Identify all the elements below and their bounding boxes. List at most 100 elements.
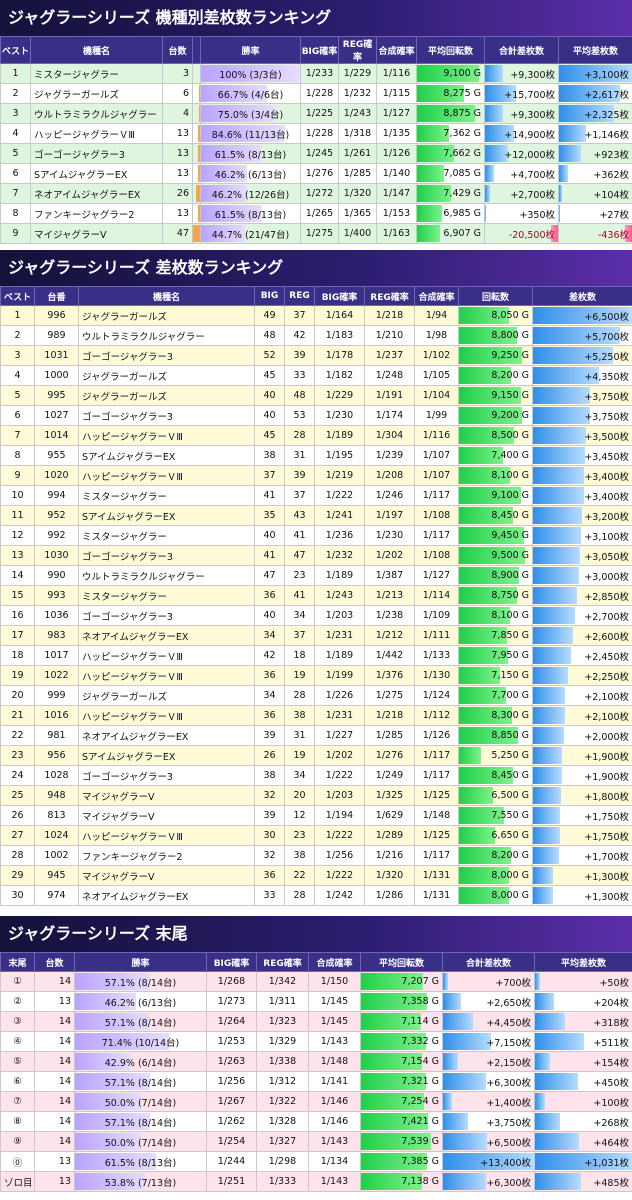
bar-value: +3,000枚: [584, 571, 629, 583]
table-cell: 1/230: [364, 525, 415, 546]
table-cell: SアイムジャグラーEX: [78, 505, 255, 526]
bar-value: 5,250 G: [491, 750, 529, 761]
bar-cell: +1,750枚: [532, 825, 632, 846]
table-cell: 13: [162, 163, 193, 184]
bar-cell: [192, 103, 201, 124]
table-cell: ミスタージャグラー: [78, 525, 255, 546]
bar-value: -436枚: [597, 229, 629, 241]
table-cell: 12: [284, 805, 315, 826]
bar-value: +6,300枚: [486, 1177, 531, 1189]
bar-cell: 7,385 G: [360, 1151, 443, 1172]
table-cell: 1/131: [414, 865, 459, 886]
table-cell: 1/327: [256, 1131, 309, 1152]
bar-cell: 71.4% (10/14台): [74, 1031, 207, 1052]
bar-cell: +9,300枚: [484, 103, 559, 124]
table-cell: 1/442: [364, 645, 415, 666]
table-cell: ①: [0, 971, 35, 992]
table-cell: 16: [0, 605, 35, 626]
bar-cell: 7,207 G: [360, 971, 443, 992]
table-cell: 1/629: [364, 805, 415, 826]
bar-cell: +1,300枚: [532, 865, 632, 886]
bar-value: 50.0% (7/14台): [104, 1137, 177, 1149]
table-cell: 1/275: [364, 685, 415, 706]
column-header: BIG確率: [314, 286, 365, 306]
table-cell: 40: [254, 385, 285, 406]
bar-value: 7,114 G: [401, 1016, 439, 1027]
bar-cell: +204枚: [534, 991, 632, 1012]
table-cell: 1/320: [338, 183, 377, 204]
bar-cell: 8,750 G: [458, 585, 533, 606]
table-cell: ⑧: [0, 1111, 35, 1132]
table-cell: 993: [34, 585, 79, 606]
column-header: 平均差枚数: [534, 952, 632, 972]
table-cell: 1/236: [314, 525, 365, 546]
column-header: REG確率: [256, 952, 309, 972]
table-cell: 34: [284, 605, 315, 626]
column-header: 平均回転数: [416, 36, 485, 64]
table-cell: 1/108: [414, 505, 459, 526]
bar-value: +511枚: [593, 1037, 629, 1049]
table-cell: 1/265: [300, 203, 339, 224]
bar-value: +12,000枚: [504, 149, 555, 161]
bar-cell: 8,450 G: [458, 505, 533, 526]
table-cell: 20: [284, 785, 315, 806]
table-cell: 1/263: [206, 1051, 257, 1072]
bar-cell: 8,450 G: [458, 765, 533, 786]
table-cell: ウルトラミラクルジャグラー: [78, 325, 255, 346]
table-cell: 28: [0, 845, 35, 866]
bar-value: +350枚: [519, 209, 555, 221]
table-cell: 49: [254, 305, 285, 326]
table-cell: ④: [0, 1031, 35, 1052]
bar-cell: 7,332 G: [360, 1031, 443, 1052]
value-bar: [193, 225, 200, 242]
bar-value: 8,875 G: [443, 108, 481, 119]
bar-cell: 84.6% (11/13台): [200, 123, 301, 144]
table-cell: 14: [34, 971, 75, 992]
table-cell: 41: [284, 585, 315, 606]
column-header: 合成確率: [414, 286, 459, 306]
table-cell: 992: [34, 525, 79, 546]
bar-cell: +3,200枚: [532, 505, 632, 526]
bar-value: 7,421 G: [401, 1116, 439, 1127]
table-cell: 1/195: [314, 445, 365, 466]
table-cell: 996: [34, 305, 79, 326]
bar-value: +464枚: [593, 1137, 629, 1149]
table-cell: 1/237: [364, 345, 415, 366]
column-header: 平均回転数: [360, 952, 443, 972]
table-cell: 956: [34, 745, 79, 766]
bar-value: 7,550 G: [491, 810, 529, 821]
table-cell: 12: [0, 525, 35, 546]
table-cell: 4: [0, 365, 35, 386]
table-cell: 1/189: [314, 565, 365, 586]
table-cell: 14: [34, 1071, 75, 1092]
column-header: 台数: [162, 36, 193, 64]
bar-cell: 8,200 G: [458, 845, 533, 866]
table-row: 11 952 SアイムジャグラーEX 35 43 1/241 1/197 1/108 8,450…: [0, 505, 632, 526]
table-cell: 45: [254, 365, 285, 386]
value-bar: [196, 185, 200, 202]
table-cell: 14: [34, 1051, 75, 1072]
table-cell: 1/286: [364, 885, 415, 906]
bar-cell: +5,700枚: [532, 325, 632, 346]
table-cell: 1/273: [206, 991, 257, 1012]
bar-value: +1,031枚: [584, 1157, 629, 1169]
bar-value: +2,650枚: [486, 997, 531, 1009]
bar-value: 7,400 G: [491, 450, 529, 461]
bar-value: +2,000枚: [584, 731, 629, 743]
table-cell: 1/117: [414, 485, 459, 506]
bar-cell: +6,500枚: [532, 305, 632, 326]
table-cell: 36: [254, 705, 285, 726]
table-cell: 955: [34, 445, 79, 466]
bar-cell: [192, 123, 201, 144]
bar-value: 84.6% (11/13台): [211, 129, 290, 141]
table-cell: ゴーゴージャグラー3: [78, 345, 255, 366]
bar-value: +154枚: [593, 1057, 629, 1069]
table-cell: 26: [0, 805, 35, 826]
bar-cell: 6,500 G: [458, 785, 533, 806]
table-cell: 17: [0, 625, 35, 646]
bar-value: +14,900枚: [504, 129, 555, 141]
bar-value: 66.7% (4/6台): [217, 89, 284, 101]
bar-cell: 9,150 G: [458, 385, 533, 406]
table-cell: 8: [0, 445, 35, 466]
bar-cell: 7,662 G: [416, 143, 485, 164]
